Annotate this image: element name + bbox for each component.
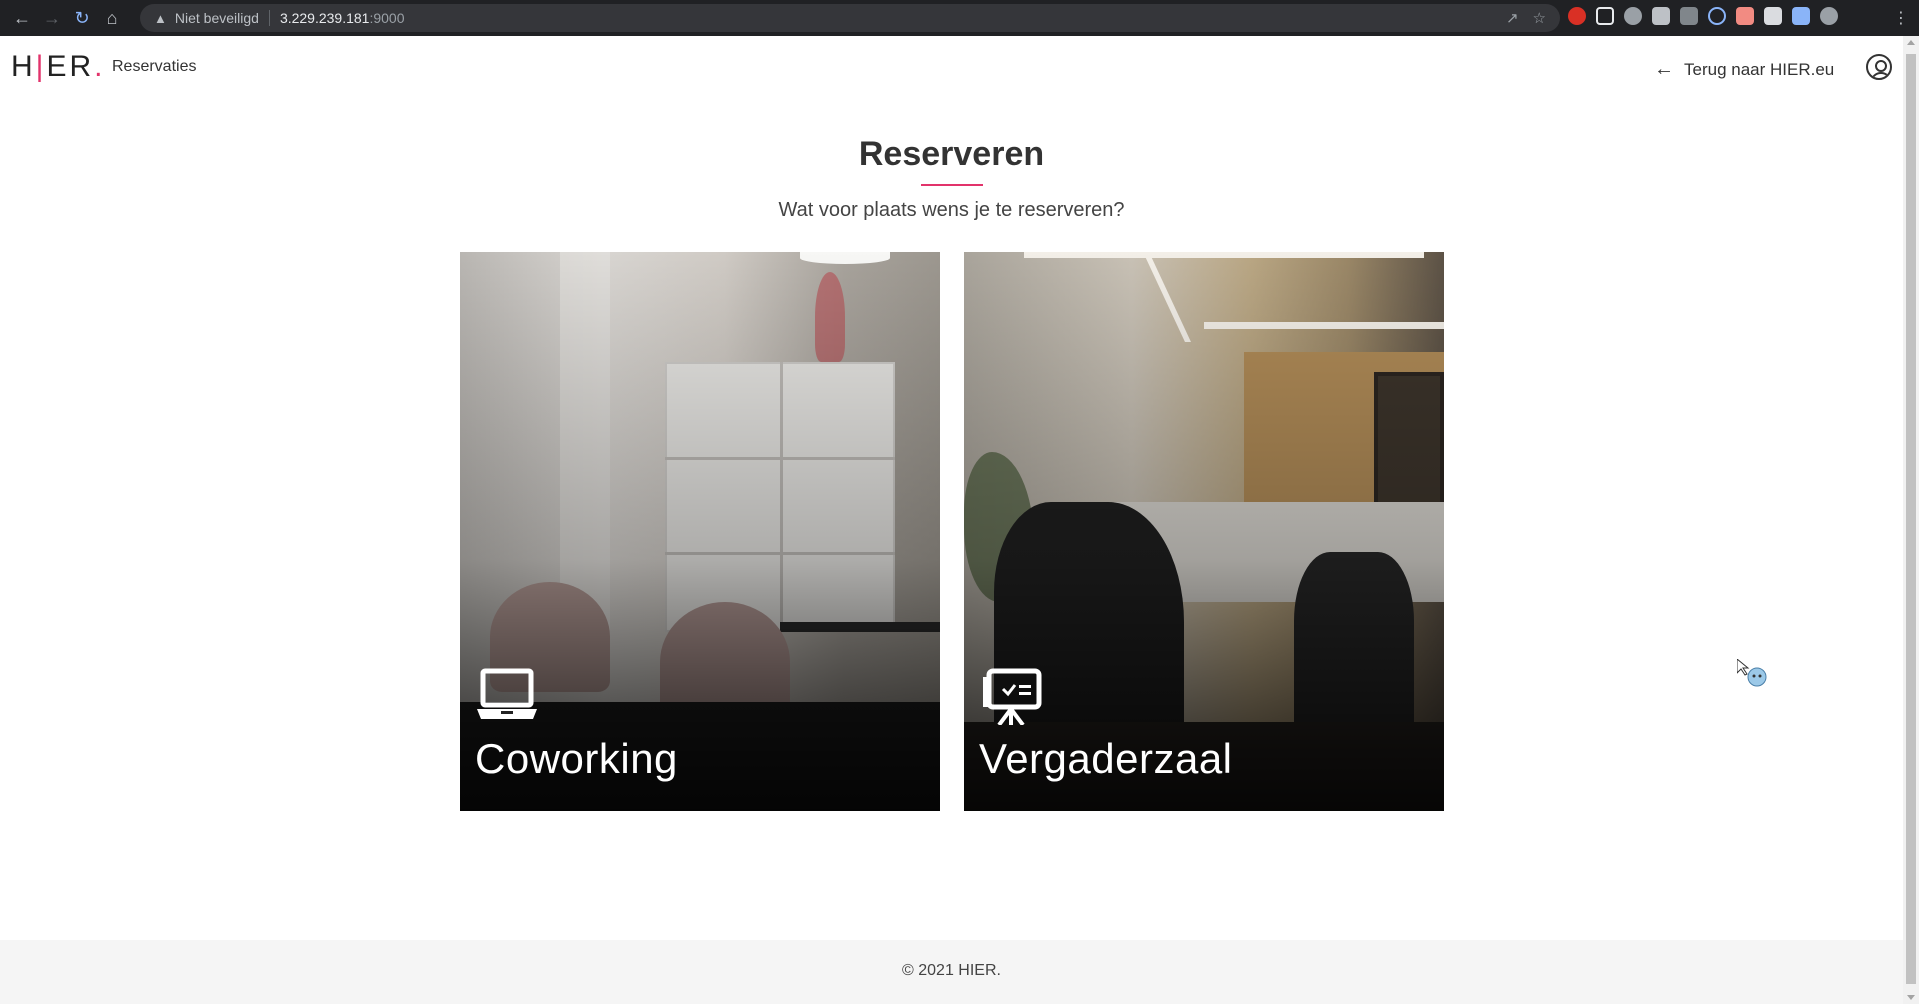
logo-letter: H <box>11 50 36 83</box>
forward-icon[interactable]: → <box>37 3 67 33</box>
bookmark-star-icon[interactable]: ☆ <box>1533 9 1546 27</box>
back-to-site-link[interactable]: ← Terug naar HIER.eu <box>1654 58 1834 81</box>
logo-bar: | <box>35 50 47 83</box>
extension-icon[interactable] <box>1680 7 1698 25</box>
security-label: Niet beveiligd <box>174 10 259 26</box>
address-bar[interactable]: ▲ Niet beveiligd 3.229.239.181 :9000 ↗ ☆ <box>140 4 1560 32</box>
footer: © 2021 HIER. <box>0 940 1903 1004</box>
card-label: Coworking <box>475 735 678 782</box>
page-subtitle: Wat voor plaats wens je te reserveren? <box>778 199 1125 221</box>
copyright-text: © 2021 HIER. <box>902 962 1001 979</box>
share-icon[interactable]: ↗ <box>1506 9 1519 27</box>
card-overlay <box>460 252 940 811</box>
title-underline <box>921 184 983 186</box>
laptop-icon <box>477 668 537 719</box>
profile-avatar[interactable] <box>1820 7 1838 25</box>
page-scrollbar[interactable] <box>1903 36 1919 1004</box>
page: H|ER. Reservaties ← Terug naar HIER.eu R… <box>0 36 1903 1004</box>
back-link-label: Terug naar HIER.eu <box>1684 59 1835 79</box>
browser-toolbar: ← → ↻ ⌂ ▲ Niet beveiligd 3.229.239.181 :… <box>0 0 1919 36</box>
extension-icon[interactable] <box>1624 7 1642 25</box>
user-account-icon[interactable] <box>1866 54 1892 80</box>
reload-icon[interactable]: ↻ <box>67 3 97 33</box>
extension-icon[interactable] <box>1568 7 1586 25</box>
nav-link-reservaties[interactable]: Reservaties <box>112 58 196 76</box>
card-coworking[interactable]: Coworking <box>460 252 940 811</box>
home-icon[interactable]: ⌂ <box>97 3 127 33</box>
puzzle-icon[interactable] <box>1792 7 1810 25</box>
scroll-down-icon[interactable] <box>1907 995 1915 1000</box>
arrow-left-icon: ← <box>1654 58 1674 80</box>
warning-icon: ▲ <box>154 10 167 26</box>
top-navigation: H|ER. Reservaties ← Terug naar HIER.eu <box>0 36 1903 100</box>
extension-icon[interactable] <box>1708 7 1726 25</box>
scrollbar-thumb[interactable] <box>1906 54 1916 984</box>
logo-letters: ER <box>46 50 95 83</box>
address-separator <box>268 10 270 26</box>
page-title: Reserveren <box>858 135 1045 173</box>
scroll-up-icon[interactable] <box>1907 40 1915 45</box>
extensions-bar <box>1568 7 1838 25</box>
card-label: Vergaderzaal <box>979 735 1233 782</box>
extension-icon[interactable] <box>1652 7 1670 25</box>
logo-dot: . <box>94 50 106 83</box>
back-icon[interactable]: ← <box>7 3 37 33</box>
hier-logo[interactable]: H|ER. <box>11 50 106 84</box>
url-port: :9000 <box>369 10 405 26</box>
card-vergaderzaal[interactable]: Vergaderzaal <box>964 252 1444 811</box>
extension-icon[interactable] <box>1736 7 1754 25</box>
extension-icon[interactable] <box>1596 7 1614 25</box>
cursor-mascot-icon <box>1737 659 1767 687</box>
presentation-board-icon <box>983 668 1042 725</box>
browser-menu-icon[interactable]: ⋮ <box>1893 8 1909 28</box>
extension-icon[interactable] <box>1764 7 1782 25</box>
card-overlay <box>964 252 1444 811</box>
url-host: 3.229.239.181 <box>279 10 370 26</box>
